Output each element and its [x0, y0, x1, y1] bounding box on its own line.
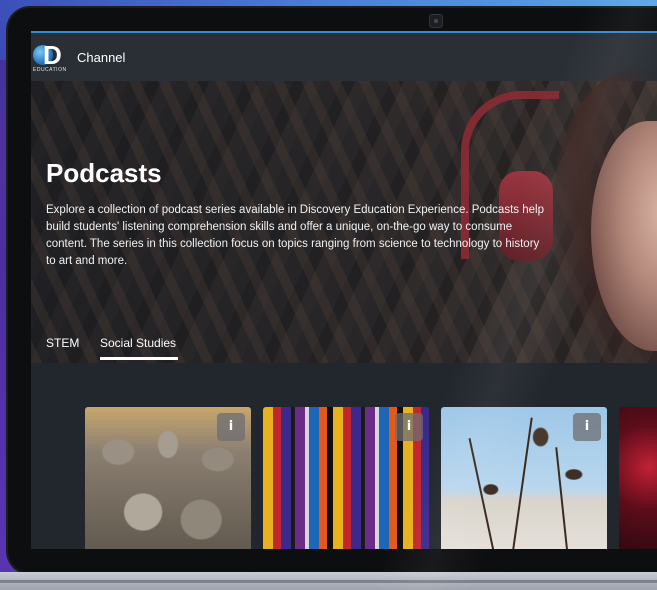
plant-stem	[555, 447, 569, 549]
tab-selected-indicator	[100, 357, 178, 360]
app-screen: D EDUCATION Channel Podcasts Explore a c…	[31, 31, 657, 549]
logo-letter: D	[43, 40, 62, 70]
info-icon[interactable]: i	[395, 413, 423, 441]
plant-stem	[511, 417, 533, 549]
info-icon[interactable]: i	[573, 413, 601, 441]
podcast-card-terracotta[interactable]: i	[85, 407, 251, 549]
tab-stem[interactable]: STEM	[46, 336, 79, 350]
page-description: Explore a collection of podcast series a…	[46, 204, 544, 267]
podcast-card-partial[interactable]	[619, 407, 657, 549]
channel-title: Channel	[77, 50, 126, 65]
page-title: Podcasts	[46, 158, 162, 188]
podcast-card-row: i i i	[31, 363, 657, 549]
info-icon[interactable]: i	[217, 413, 245, 441]
podcast-card-books[interactable]: i	[263, 407, 429, 549]
camera-icon	[429, 14, 443, 28]
top-navigation-bar: D EDUCATION Channel	[31, 31, 657, 81]
tab-social-studies[interactable]: Social Studies	[100, 336, 176, 350]
logo-subtitle: EDUCATION	[33, 67, 67, 73]
discovery-education-logo[interactable]: D EDUCATION	[33, 41, 67, 75]
laptop-base-edge	[0, 580, 657, 583]
plant-stem	[468, 438, 496, 549]
podcast-card-cotton[interactable]: i	[441, 407, 607, 549]
